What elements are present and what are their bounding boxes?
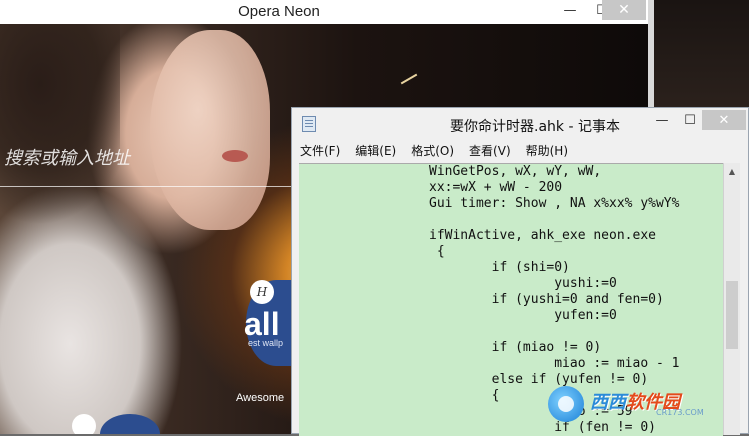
wallpaper-hair: [0, 24, 120, 224]
minimize-icon: —: [563, 2, 577, 18]
close-button[interactable]: ✕: [602, 0, 646, 20]
code-line: miao := miao - 1: [554, 356, 680, 371]
code-line: if (fen != 0): [554, 420, 656, 435]
menu-format[interactable]: 格式(O): [411, 142, 454, 159]
watermark-url: CR173.COM: [656, 408, 704, 417]
code-line: if (miao != 0): [491, 340, 602, 355]
background-window: [654, 0, 749, 108]
code-line: yushi:=0: [554, 276, 617, 291]
code-line: else if (yufen != 0): [491, 372, 649, 387]
menu-bar: 文件(F) 编辑(E) 格式(O) 查看(V) 帮助(H): [292, 139, 748, 161]
minimize-button[interactable]: —: [556, 0, 584, 20]
code-line: ifWinActive, ahk_exe neon.exe: [429, 228, 656, 243]
scroll-up-arrow-icon[interactable]: ▲: [724, 163, 740, 179]
code-line: xx:=wX + wW - 200: [429, 180, 563, 195]
watermark: 西西软件园 CR173.COM: [548, 386, 728, 422]
scrollbar-thumb[interactable]: [726, 281, 738, 349]
notepad-titlebar[interactable]: 要你命计时器.ahk - 记事本 — ☐ ✕: [292, 108, 748, 139]
speed-dial-icon[interactable]: H: [250, 280, 274, 304]
code-line: if (shi=0): [491, 260, 570, 275]
close-icon: ✕: [618, 2, 630, 18]
maximize-icon: ☐: [684, 112, 696, 128]
code-line: if (yushi=0 and fen=0): [491, 292, 664, 307]
speed-dial-icon-2[interactable]: [72, 414, 96, 434]
menu-help[interactable]: 帮助(H): [526, 142, 568, 159]
menu-file[interactable]: 文件(F): [300, 142, 340, 159]
minimize-button[interactable]: —: [648, 110, 676, 130]
code-line: yufen:=0: [554, 308, 617, 323]
code-line: {: [436, 244, 445, 259]
minimize-icon: —: [655, 112, 669, 128]
code-line: WinGetPos, wX, wY, wW,: [429, 164, 602, 179]
close-button[interactable]: ✕: [702, 110, 746, 130]
window-title: Opera Neon: [238, 3, 320, 20]
notepad-window: 要你命计时器.ahk - 记事本 — ☐ ✕ 文件(F) 编辑(E) 格式(O)…: [291, 107, 749, 436]
speed-dial-caption: Awesome: [236, 392, 285, 404]
maximize-button[interactable]: ☐: [676, 110, 704, 130]
code-line: Gui timer: Show , NA x%xx% y%wY%: [429, 196, 680, 211]
menu-view[interactable]: 查看(V): [469, 142, 511, 159]
menu-edit[interactable]: 编辑(E): [355, 142, 396, 159]
watermark-name: 西西: [590, 392, 626, 413]
search-input[interactable]: [2, 147, 286, 170]
opera-titlebar[interactable]: Opera Neon — ☐ ✕: [0, 0, 648, 24]
code-line: {: [491, 388, 500, 403]
speed-dial-subtitle: est wallp: [248, 338, 284, 348]
search-underline: [0, 186, 300, 187]
close-icon: ✕: [718, 112, 730, 128]
wallpaper-face: [150, 30, 270, 230]
window-title: 要你命计时器.ahk - 记事本: [450, 119, 620, 135]
watermark-logo-icon: [548, 386, 584, 422]
